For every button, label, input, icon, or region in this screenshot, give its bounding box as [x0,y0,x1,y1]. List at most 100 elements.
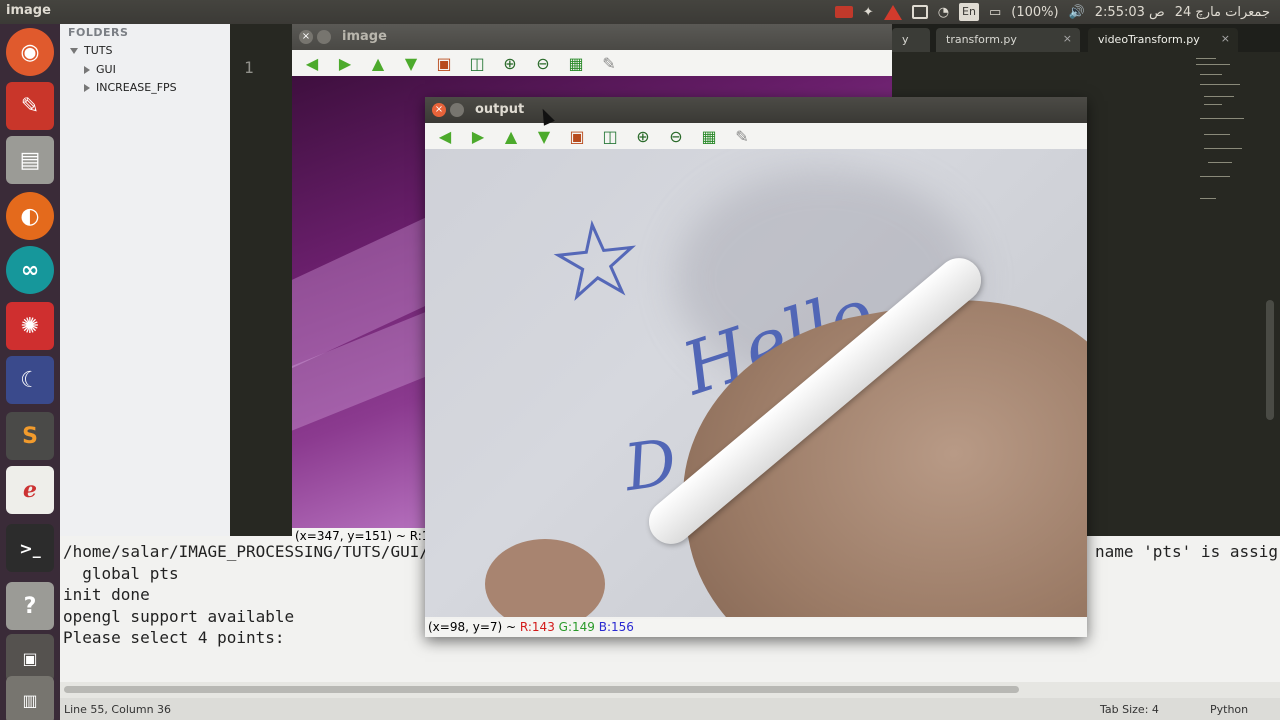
arrow-right-icon[interactable]: ▶ [466,125,490,147]
record-icon[interactable] [834,0,853,24]
volume-icon[interactable]: 🔊 [1069,0,1085,24]
folder-sidebar: FOLDERS TUTS GUI INCREASE_FPS [60,24,230,536]
console-line: init done [63,585,150,604]
wifi-icon[interactable]: ◔ [938,0,949,24]
output-toolbar: ◀ ▶ ▲ ▼ ▣ ◫ ⊕ ⊖ ▦ ✎ [425,123,1087,149]
image-icon[interactable]: ▣ [565,125,589,147]
close-icon[interactable]: × [432,103,446,117]
minimap[interactable] [1190,52,1260,212]
sublime-icon[interactable]: S [6,412,54,460]
minimize-icon[interactable] [450,103,464,117]
close-icon[interactable]: × [1063,32,1072,45]
tab-label: videoTransform.py [1098,33,1200,46]
window-title: output [475,102,525,117]
indicator-area: ✦ ◔ En ▭ (100%) 🔊 2:55:03 ص جمعرات مارچ … [834,0,1270,24]
arduino-icon[interactable]: ∞ [6,246,54,294]
files-icon[interactable]: ▤ [6,136,54,184]
zoom-out-icon[interactable]: ⊖ [531,52,555,74]
tab-label: transform.py [946,33,1017,46]
sidebar-item-tuts[interactable]: TUTS [70,44,112,57]
image-toolbar: ◀ ▶ ▲ ▼ ▣ ◫ ⊕ ⊖ ▦ ✎ [292,50,892,76]
tab-videotransform[interactable]: videoTransform.py × [1088,28,1238,52]
pixel-green: G:149 [558,620,595,634]
minimize-icon[interactable] [317,30,331,44]
output-window[interactable]: × output ◀ ▶ ▲ ▼ ▣ ◫ ⊕ ⊖ ▦ ✎ ★ Hello D (… [425,97,1087,637]
tab-label: y [902,33,909,46]
image-icon[interactable]: ▣ [432,52,456,74]
console-line: opengl support available [63,607,295,626]
brush-icon[interactable]: ✎ [730,125,754,147]
battery-icon[interactable]: ▭ [989,0,1001,24]
trash-icon[interactable]: ▥ [6,676,54,720]
ubuntu-icon[interactable]: ◉ [6,28,54,76]
save-view-icon[interactable]: ◫ [465,52,489,74]
pixel-red: R:143 [519,620,555,634]
chevron-down-icon [70,48,78,54]
zoom-in-icon[interactable]: ⊕ [498,52,522,74]
workspace-icon[interactable]: ▣ [6,634,54,682]
arrow-up-icon[interactable]: ▲ [499,125,523,147]
active-app-title: image [6,3,51,18]
firefox-icon[interactable]: ◐ [6,192,54,240]
chevron-right-icon [84,84,90,92]
zoom-out-icon[interactable]: ⊖ [664,125,688,147]
sidebar-item-label: TUTS [84,44,113,57]
window-title: image [342,29,387,44]
close-icon[interactable]: × [299,30,313,44]
arrow-left-icon[interactable]: ◀ [300,52,324,74]
warning-icon[interactable] [883,0,902,24]
sidebar-item-label: GUI [96,63,116,76]
arrow-left-icon[interactable]: ◀ [433,125,457,147]
editor-tabbar: y transform.py × videoTransform.py × [892,24,1280,52]
terminal-icon[interactable]: >_ [6,524,54,572]
console-line: Please select 4 points: [63,628,285,647]
cursor-position: Line 55, Column 36 [64,703,172,716]
syntax-mode[interactable]: Python [1210,703,1248,716]
close-icon[interactable]: × [1221,32,1230,45]
line-number: 1 [244,58,254,77]
night-icon[interactable]: ☾ [6,356,54,404]
tab-transform[interactable]: transform.py × [936,28,1080,52]
sidebar-item-increase-fps[interactable]: INCREASE_FPS [84,81,177,94]
scroll-thumb[interactable] [64,686,1019,693]
window-titlebar[interactable]: × output [425,97,1087,123]
star-drawing: ★ [546,199,646,322]
output-canvas[interactable]: ★ Hello D [425,149,1087,617]
dropbox-icon[interactable]: ✦ [863,0,874,24]
window-titlebar[interactable]: × image [292,24,892,50]
arrow-right-icon[interactable]: ▶ [333,52,357,74]
help-icon[interactable]: ? [6,582,54,630]
arrow-down-icon[interactable]: ▼ [399,52,423,74]
console-scrollbar[interactable] [60,682,1280,698]
editor-scrollbar[interactable] [1266,300,1274,420]
status-bar: Line 55, Column 36 Tab Size: 4 Python [60,698,1280,720]
date[interactable]: جمعرات مارچ 24 [1175,0,1270,24]
settings-icon[interactable]: ✎ [6,82,54,130]
tab-partial[interactable]: y [892,28,930,52]
sidebar-header: FOLDERS [68,26,129,39]
arrow-up-icon[interactable]: ▲ [366,52,390,74]
keyboard-layout-icon[interactable] [911,0,928,24]
tab-size[interactable]: Tab Size: 4 [1100,703,1159,716]
sidebar-item-gui[interactable]: GUI [84,63,116,76]
console-line: global pts [63,564,179,583]
save-view-icon[interactable]: ◫ [598,125,622,147]
arrow-down-icon[interactable]: ▼ [532,125,556,147]
chevron-right-icon [84,66,90,74]
editor-gutter: 1 [230,52,292,536]
clock[interactable]: 2:55:03 ص [1095,0,1165,24]
zoom-in-icon[interactable]: ⊕ [631,125,655,147]
launcher: ◉ ✎ ▤ ◐ ∞ ✺ ☾ S ℯ >_ ? ▣ ▥ [0,24,60,720]
battery-percent: (100%) [1011,4,1059,20]
save-icon[interactable]: ▦ [564,52,588,74]
sidebar-item-label: INCREASE_FPS [96,81,177,94]
console-error-fragment: : name 'pts' is assig [1075,542,1278,561]
output-status-bar: (x=98, y=7) ~ R:143 G:149 B:156 [425,619,1087,637]
pixel-coords: (x=98, y=7) ~ [428,620,520,634]
brush-icon[interactable]: ✎ [597,52,621,74]
top-panel: image ✦ ◔ En ▭ (100%) 🔊 2:55:03 ص جمعرات… [0,0,1280,24]
save-icon[interactable]: ▦ [697,125,721,147]
reader-icon[interactable]: ℯ [6,466,54,514]
language-indicator[interactable]: En [959,3,979,21]
network-icon[interactable]: ✺ [6,302,54,350]
